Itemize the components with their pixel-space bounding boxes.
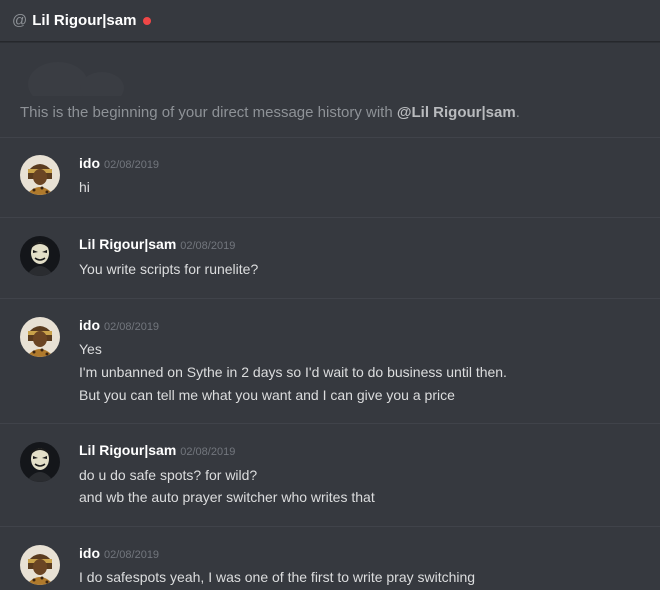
message-text: I do safespots yeah, I was one of the fi… — [79, 569, 476, 585]
avatar[interactable] — [20, 545, 60, 585]
message-text: But you can tell me what you want and I … — [79, 387, 455, 403]
channel-header: @ Lil Rigour|sam — [0, 0, 660, 42]
pharaoh-avatar-icon — [20, 317, 60, 357]
avatar[interactable] — [20, 442, 60, 482]
message-text: do u do safe spots? for wild? — [79, 467, 258, 483]
message-text: hi — [79, 179, 90, 195]
masked-figure-avatar-icon — [20, 442, 60, 482]
pharaoh-avatar-icon — [20, 545, 60, 585]
message-timestamp: 02/08/2019 — [104, 159, 160, 171]
message-author[interactable]: ido 02/08/2019 — [79, 545, 159, 561]
message-timestamp: 02/08/2019 — [180, 446, 236, 458]
divider — [0, 423, 660, 424]
avatar[interactable] — [20, 155, 60, 195]
message-timestamp: 02/08/2019 — [104, 549, 160, 561]
discord-watermark-icon — [28, 62, 124, 96]
avatar[interactable] — [20, 317, 60, 357]
status-indicator-icon — [143, 16, 152, 25]
intro-mention[interactable]: @Lil Rigour|sam — [397, 104, 516, 121]
pharaoh-avatar-icon — [20, 155, 60, 195]
message-text: I'm unbanned on Sythe in 2 days so I'd w… — [79, 364, 507, 380]
divider — [0, 137, 660, 138]
divider — [0, 217, 660, 218]
at-icon: @ — [12, 12, 28, 29]
message-timestamp: 02/08/2019 — [180, 240, 236, 252]
divider — [0, 526, 660, 527]
masked-figure-avatar-icon — [20, 236, 60, 276]
message-timestamp: 02/08/2019 — [104, 321, 160, 333]
channel-name[interactable]: Lil Rigour|sam — [32, 12, 136, 29]
divider — [0, 298, 660, 299]
message-text: and wb the auto prayer switcher who writ… — [79, 489, 375, 505]
message-author[interactable]: Lil Rigour|sam 02/08/2019 — [79, 236, 235, 252]
message-text: You write scripts for runelite? — [79, 261, 259, 277]
message-author[interactable]: Lil Rigour|sam 02/08/2019 — [79, 442, 235, 458]
message-author[interactable]: ido 02/08/2019 — [79, 317, 159, 333]
avatar[interactable] — [20, 236, 60, 276]
dm-intro-text: This is the beginning of your direct mes… — [20, 104, 520, 121]
message-text: Yes — [79, 341, 102, 357]
message-author[interactable]: ido 02/08/2019 — [79, 155, 159, 171]
